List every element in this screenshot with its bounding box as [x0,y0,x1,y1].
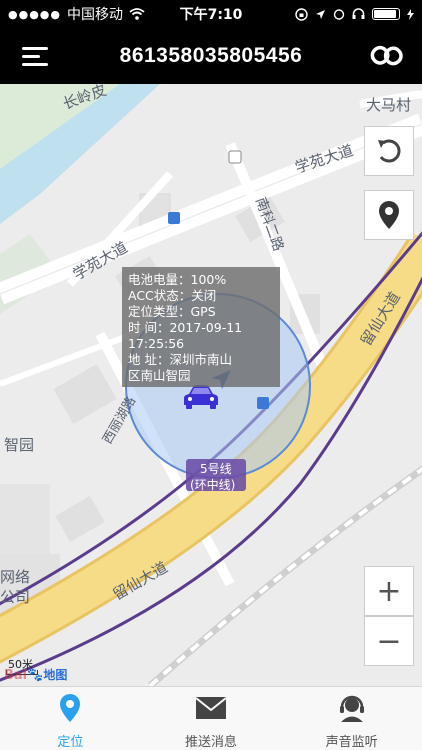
envelope-icon [195,697,227,719]
map-view[interactable]: 长岭皮 学苑大道 学苑大道 南科二路 留仙大道 留仙大道 大马村 智园 网络 公… [0,84,422,686]
address-text: 地 址：深圳市南山 [128,352,232,367]
refresh-icon [378,139,401,163]
place-label: 网络 [0,568,31,586]
zoom-out-button[interactable]: − [364,616,414,666]
alarm-icon [333,9,345,20]
location-arrow-icon [316,9,325,19]
position-type-text: 定位类型：GPS [128,304,216,319]
nav-bar: 861358035805456 [0,28,422,84]
link-icon[interactable] [370,42,404,70]
rotation-lock-icon [295,7,308,21]
headset-icon [339,695,364,722]
battery-icon [372,8,400,20]
zoom-in-button[interactable]: + [364,566,414,616]
tab-label: 定位 [57,735,84,750]
refresh-button[interactable] [364,126,414,176]
time-text-cont: 17:25:56 [128,336,185,351]
place-label: 公司 [0,588,31,606]
tab-bar: 定位 推送消息 声音监听 [0,686,422,750]
carrier-label: 中国移动 [67,7,123,23]
charging-icon [407,8,414,20]
status-time: 下午7:10 [179,7,243,23]
paw-icon: 🐾 [27,668,44,683]
signal-icon: ●●●●● [8,7,61,21]
device-id-title: 861358035805456 [119,44,303,67]
tab-location[interactable]: 定位 [0,687,141,750]
device-info-popup: 电池电量：100% ACC状态：关闭 定位类型：GPS 时 间：2017-09-… [122,267,280,387]
battery-level-text: 电池电量：100% [128,272,227,287]
locate-button[interactable] [364,190,414,240]
wifi-icon [129,8,145,20]
tab-label: 推送消息 [185,735,238,750]
place-label: 智园 [4,436,35,454]
menu-button[interactable] [22,44,52,68]
tab-messages[interactable]: 推送消息 [141,687,282,750]
metro-line-label: 5号线 [200,462,232,476]
status-bar: ●●●●● 中国移动 下午7:10 [0,0,422,28]
place-label: 大马村 [366,96,412,114]
location-marker-icon [379,201,399,229]
headphones-icon [352,8,365,19]
acc-status-text: ACC状态：关闭 [128,288,217,303]
address-text-cont: 区南山智园 [128,368,191,383]
baidu-map-logo: Bai🐾地图 [4,668,68,683]
tab-label: 声音监听 [325,735,378,750]
tab-audio-monitor[interactable]: 声音监听 [281,687,422,750]
location-pin-icon [60,694,81,722]
metro-line-sublabel: (环中线) [190,478,236,492]
time-text: 时 间：2017-09-11 [128,320,243,335]
